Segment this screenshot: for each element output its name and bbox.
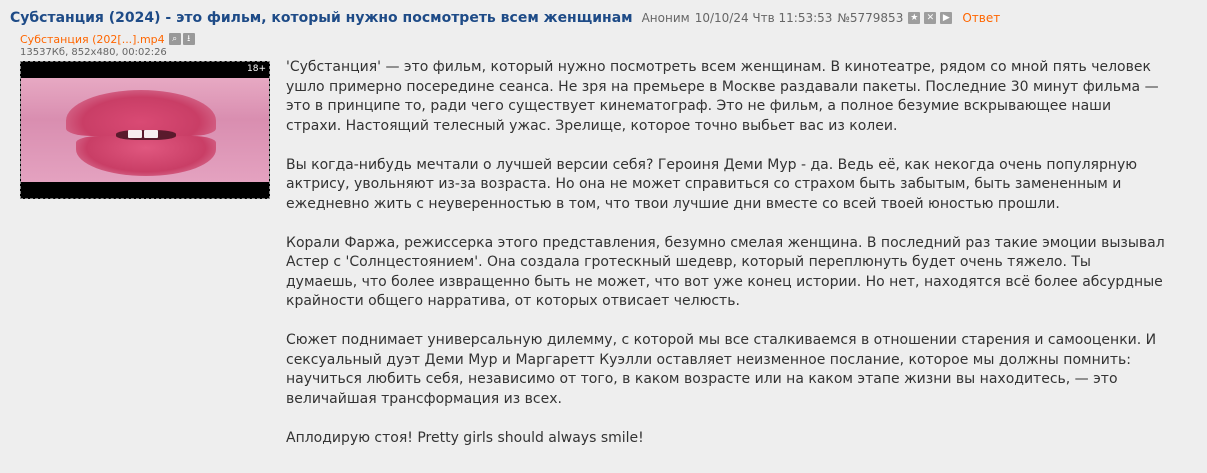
file-meta: 13537Кб, 852x480, 00:02:26 [20,47,167,58]
post-header: Субстанция (2024) - это фильм, который н… [10,8,1000,28]
age-rating-badge: 18+ [247,64,266,74]
play-icon[interactable]: ▶ [940,12,953,24]
post-paragraph: Сюжет поднимает универсальную дилемму, с… [286,332,1157,407]
tooth-left-shape [128,130,142,138]
reply-link[interactable]: Ответ [962,11,1000,25]
post-number-link[interactable]: №5779853 [837,11,903,25]
post-paragraph: Корали Фаржа, режиссерка этого представл… [286,234,1165,310]
search-icon[interactable]: ⌕ [168,33,181,45]
post-paragraph: Вы когда-нибудь мечтали о лучшей версии … [286,156,1138,212]
post-paragraph: Аплодирую стоя! Pretty girls should alwa… [286,429,644,446]
post-body: 'Субстанция' — это фильм, который нужно … [286,58,1166,468]
tooth-right-shape [144,130,158,138]
thumbnail-image-lips [21,78,269,182]
file-attachment: Субстанция (202[...].mp4 ⌕ ⭳ 13537Кб, 85… [20,32,280,199]
post-title: Субстанция (2024) - это фильм, который н… [10,10,633,26]
hide-icon[interactable]: ✕ [924,12,937,24]
file-name-row: Субстанция (202[...].mp4 ⌕ ⭳ [20,32,280,46]
file-name-link[interactable]: Субстанция (202[...].mp4 [20,33,165,46]
download-icon[interactable]: ⭳ [182,33,195,45]
star-icon[interactable]: ★ [908,12,921,24]
post-date: 10/10/24 Чтв 11:53:53 [694,11,833,25]
post-author: Аноним [641,11,690,25]
lower-lip-shape [76,136,216,176]
post-paragraph: 'Субстанция' — это фильм, который нужно … [286,59,1159,134]
video-thumbnail[interactable]: 18+ [20,61,270,199]
